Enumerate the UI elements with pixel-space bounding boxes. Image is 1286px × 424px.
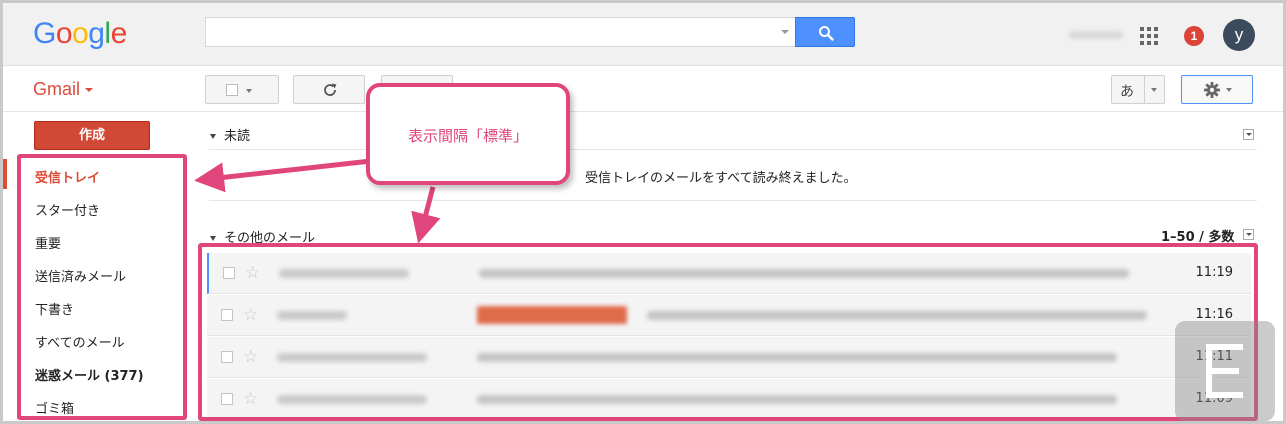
arrow-to-sidebar	[194, 158, 372, 193]
e-logo-icon	[1206, 344, 1243, 398]
callout-text: 表示間隔「標準」	[407, 127, 528, 145]
arrow-to-list	[411, 186, 441, 244]
e-letter-logo	[1175, 321, 1275, 421]
screenshot-frame: Google 1 y Gmail あ 作成 受信トレイ スター付き 重要 送信済…	[0, 0, 1286, 424]
annotation-callout: 表示間隔「標準」	[366, 83, 570, 185]
annotation-arrows	[194, 158, 441, 244]
